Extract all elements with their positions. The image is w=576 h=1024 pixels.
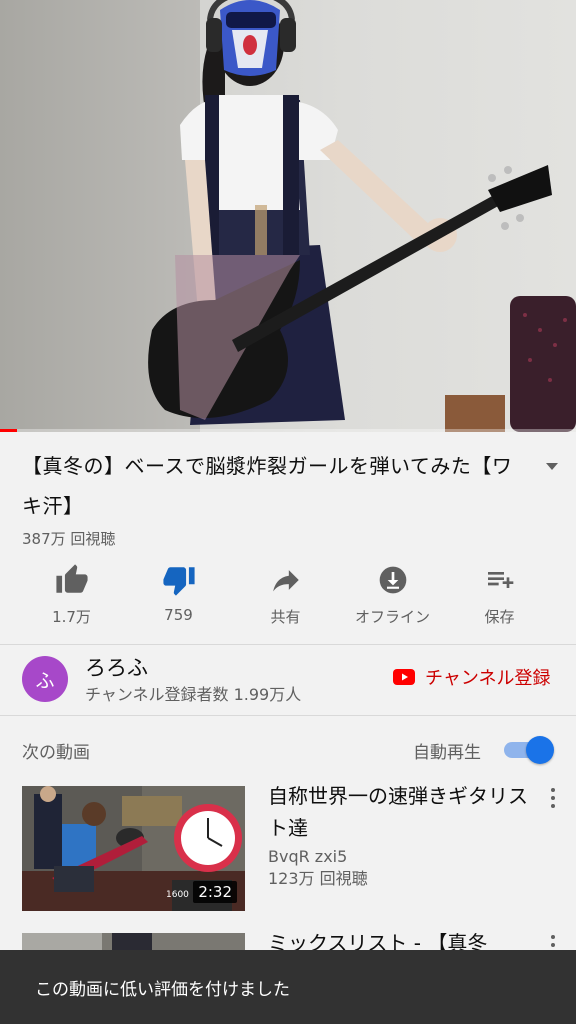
snackbar: この動画に低い評価を付けました [0, 950, 576, 1024]
up-next-label: 次の動画 [22, 743, 90, 763]
thumb-up-icon [54, 562, 90, 598]
subscriber-count: チャンネル登録者数 1.99万人 [85, 685, 302, 704]
video-thumbnail[interactable]: 1600 2:32 [22, 786, 245, 911]
thumbnail-tag: 1600 [166, 890, 189, 900]
download-label: オフライン [354, 608, 430, 626]
video-player[interactable] [0, 0, 576, 432]
autoplay-toggle[interactable] [502, 736, 556, 764]
expand-description-icon[interactable] [543, 460, 561, 472]
video-title-block[interactable]: 【真冬の】ベースで脳漿炸裂ガールを弾いてみた【ワキ汗】 [22, 446, 522, 526]
recommended-video-views: 123万 回視聴 [268, 869, 368, 888]
like-button[interactable]: 1.7万 [18, 562, 125, 638]
toggle-knob [526, 736, 554, 764]
more-options-icon[interactable] [546, 786, 560, 810]
thumb-down-icon [161, 562, 197, 598]
recommended-video-channel: BvqR zxi5 [268, 847, 348, 866]
subscribe-button[interactable]: チャンネル登録 [393, 664, 550, 690]
channel-avatar[interactable]: ふ [22, 656, 68, 702]
video-progress-bar[interactable] [0, 429, 576, 432]
playlist-add-icon [482, 562, 518, 598]
channel-name[interactable]: ろろふ [85, 652, 148, 682]
autoplay-label: 自動再生 [413, 743, 481, 763]
recommended-video-title[interactable]: 自称世界一の速弾きギタリスト達 [268, 780, 536, 844]
share-label: 共有 [270, 608, 301, 626]
share-button[interactable]: 共有 [232, 562, 339, 638]
download-button[interactable]: オフライン [339, 562, 446, 638]
video-title: 【真冬の】ベースで脳漿炸裂ガールを弾いてみた【ワキ汗】 [22, 454, 513, 518]
video-duration: 2:32 [193, 881, 237, 903]
dislike-count: 759 [164, 606, 193, 624]
youtube-logo-icon [393, 669, 415, 685]
save-button[interactable]: 保存 [446, 562, 553, 638]
save-label: 保存 [484, 608, 515, 626]
dislike-button[interactable]: 759 [125, 562, 232, 638]
video-progress-fill [0, 429, 18, 432]
video-frame-performer [148, 0, 576, 432]
snackbar-message: この動画に低い評価を付けました [35, 979, 290, 1000]
view-count: 387万 回視聴 [22, 530, 116, 548]
like-count: 1.7万 [52, 608, 91, 626]
divider [0, 715, 576, 716]
download-icon [375, 562, 411, 598]
video-actions-row: 1.7万 759 共有 オフライン 保存 [0, 562, 576, 638]
share-icon [268, 562, 304, 598]
divider [0, 644, 576, 645]
subscribe-label: チャンネル登録 [425, 668, 551, 689]
